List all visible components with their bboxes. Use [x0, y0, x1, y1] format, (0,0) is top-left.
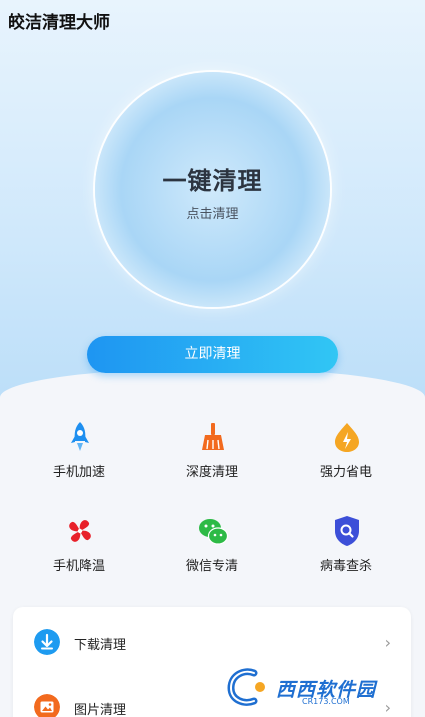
clean-now-button[interactable]: 立即清理 — [87, 336, 338, 373]
app-title: 皎洁清理大师 — [8, 13, 110, 33]
battery-icon — [335, 423, 359, 452]
list-item-label: 下载清理 — [74, 638, 127, 653]
feature-label: 微信专清 — [185, 559, 238, 574]
list-item-download-clean[interactable]: 下载清理 › — [13, 609, 411, 673]
chevron-right-icon: › — [384, 633, 391, 652]
image-icon — [34, 694, 60, 717]
circle-main-text: 一键清理 — [162, 167, 263, 195]
feature-wechat-clean[interactable]: 微信专清 — [152, 515, 272, 585]
feature-label: 手机降温 — [52, 559, 105, 574]
wechat-icon — [199, 519, 228, 545]
one-key-clean-circle[interactable]: 一键清理 点击清理 — [95, 72, 330, 307]
feature-label: 手机加速 — [52, 465, 105, 480]
feature-phone-boost[interactable]: 手机加速 — [19, 421, 139, 491]
watermark-logo-icon — [227, 668, 265, 706]
feature-label: 强力省电 — [319, 465, 372, 480]
fan-icon — [69, 520, 91, 542]
feature-deep-clean[interactable]: 深度清理 — [152, 421, 272, 491]
feature-label: 深度清理 — [185, 465, 238, 480]
broom-icon — [202, 423, 224, 450]
list-item-label: 图片清理 — [74, 703, 127, 717]
rocket-icon — [71, 422, 89, 451]
site-watermark: 西西软件园 CR173.COM — [226, 665, 408, 709]
watermark-subtext: CR173.COM — [302, 697, 350, 706]
download-icon — [34, 629, 60, 655]
shield-search-icon — [335, 516, 359, 546]
circle-sub-text: 点击清理 — [186, 207, 239, 222]
feature-virus-scan[interactable]: 病毒查杀 — [286, 515, 406, 585]
feature-label: 病毒查杀 — [319, 559, 372, 574]
feature-power-save[interactable]: 强力省电 — [286, 421, 406, 491]
feature-phone-cool[interactable]: 手机降温 — [19, 515, 139, 585]
